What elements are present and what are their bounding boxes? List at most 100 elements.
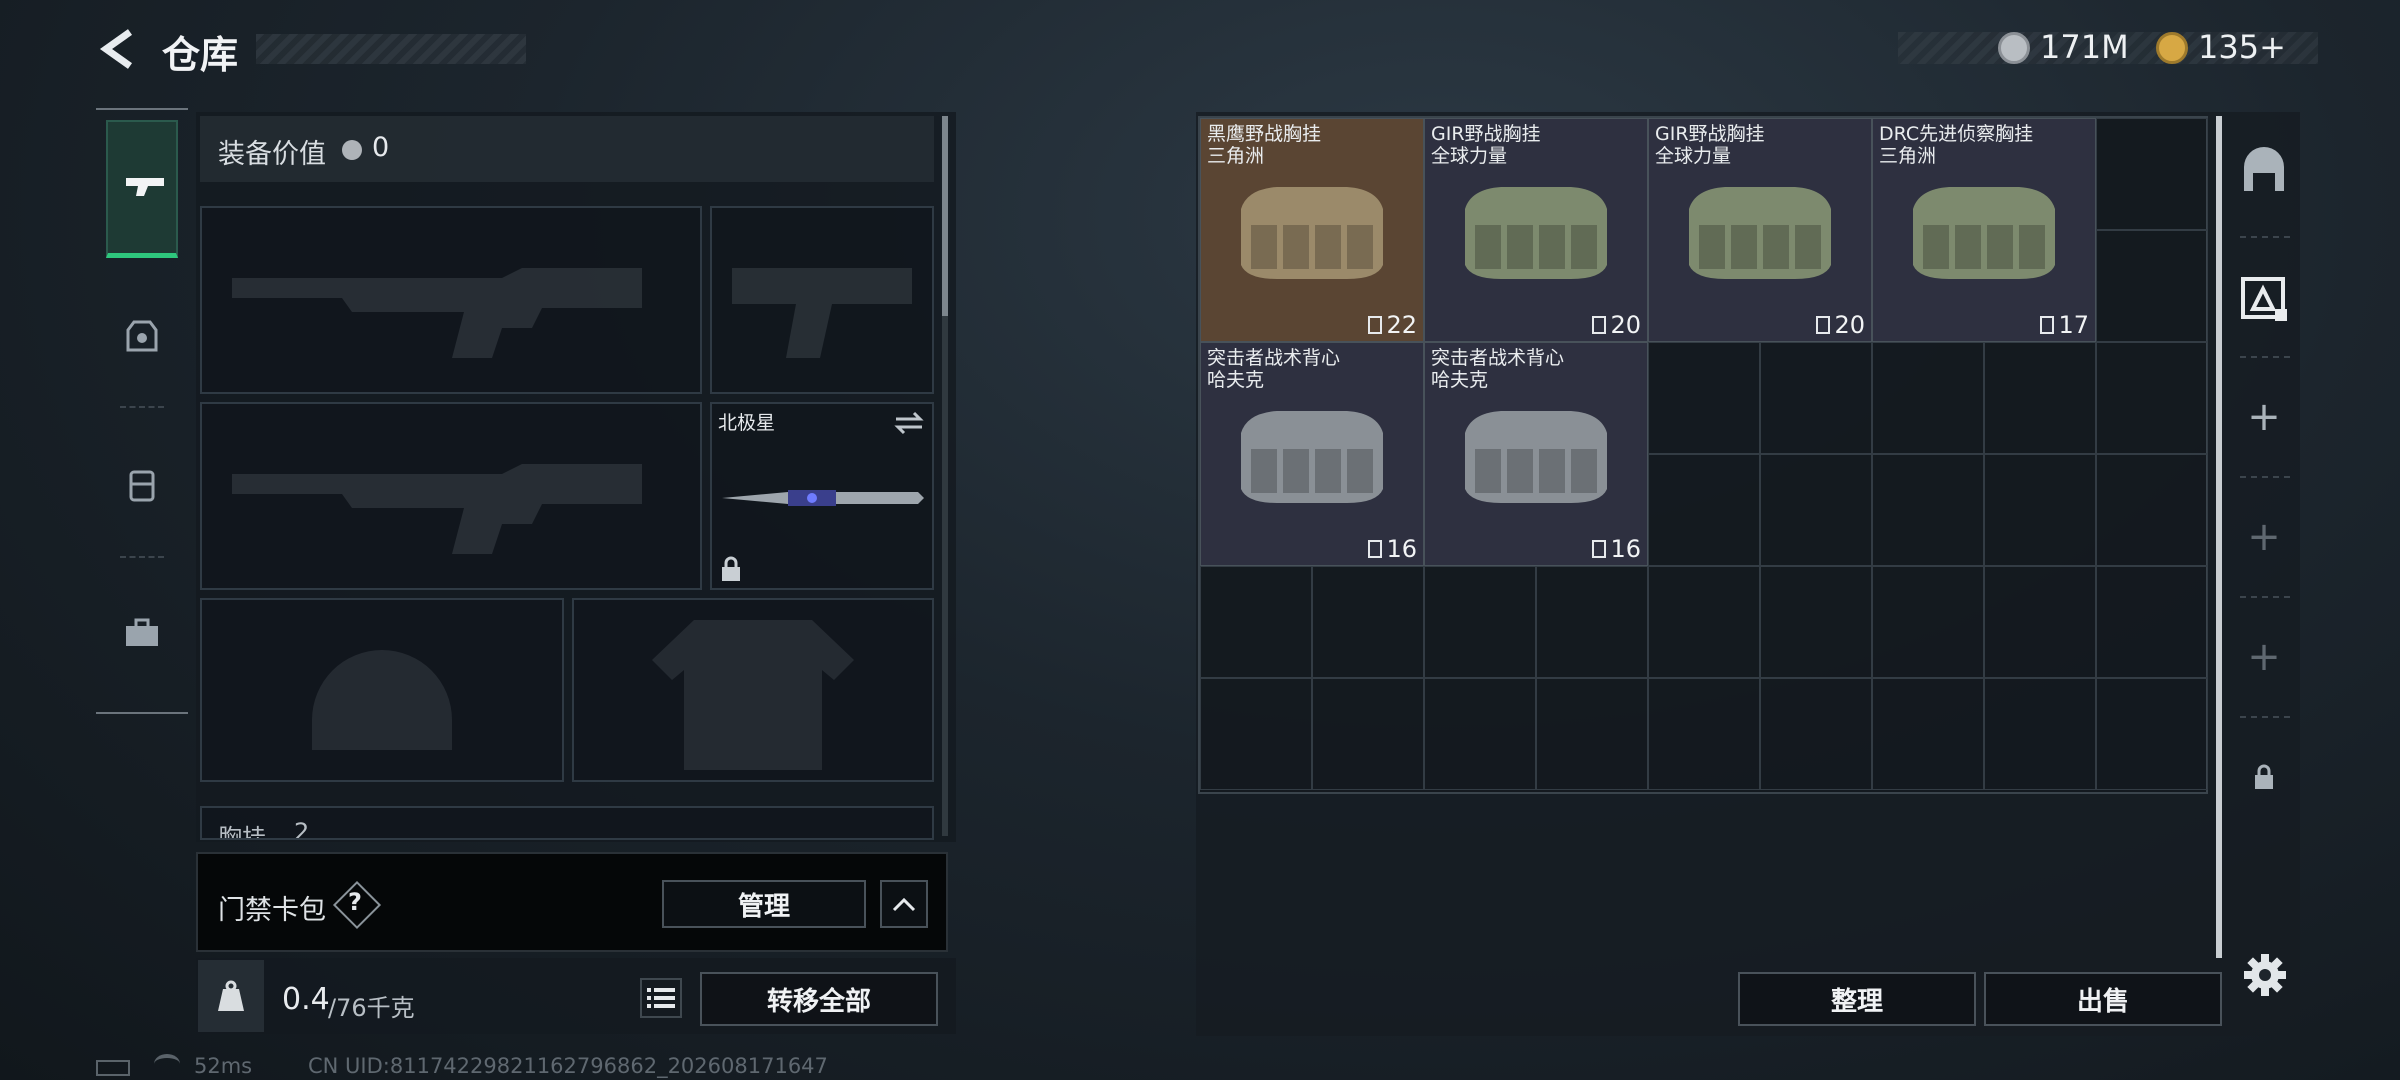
sort-button[interactable]: 整理 (1738, 972, 1976, 1026)
pistol-icon (126, 178, 164, 196)
storage-grid-cell[interactable] (1872, 454, 1984, 566)
equipment-value-label: 装备价值 (218, 139, 326, 170)
nav-toolbox-tab[interactable] (106, 596, 178, 668)
nav-weapon-tab[interactable] (106, 120, 178, 258)
storage-grid-cell[interactable] (1312, 678, 1424, 790)
helmet-silhouette-icon (312, 650, 452, 750)
storage-item[interactable]: DRC先进侦察胸挂 三角洲 17 (1872, 118, 2096, 342)
durability-value: 17 (2058, 311, 2089, 339)
storage-grid-cell[interactable] (1200, 678, 1312, 790)
nav-backpack-tab[interactable] (106, 448, 178, 520)
melee-name: 北极星 (718, 412, 776, 434)
lock-icon (2255, 764, 2273, 789)
item-faction: 全球力量 (1655, 145, 1732, 167)
storage-grid-cell[interactable] (1536, 566, 1648, 678)
storage-grid-cell[interactable] (2096, 118, 2208, 230)
storage-item[interactable]: 黑鹰野战胸挂 三角洲 22 (1200, 118, 1424, 342)
storage-grid-cell[interactable] (2096, 454, 2208, 566)
settings-button[interactable] (2238, 948, 2292, 1002)
storage-grid-cell[interactable] (1424, 678, 1536, 790)
storage-scrollbar[interactable] (2216, 116, 2222, 958)
storage-grid-cell[interactable] (1648, 342, 1760, 454)
chest-rig-icon (1465, 187, 1607, 279)
storage-tab-divider (2240, 476, 2290, 478)
add-storage-button-2[interactable]: + (2232, 510, 2296, 564)
storage-grid-cell[interactable] (1984, 342, 2096, 454)
keycard-manage-button[interactable]: 管理 (662, 880, 866, 928)
item-durability: 20 (1816, 311, 1865, 339)
storage-grid-cell[interactable] (1872, 566, 1984, 678)
storage-grid-cell[interactable] (1536, 678, 1648, 790)
storage-grid-cell[interactable] (1648, 566, 1760, 678)
storage-grid-cell[interactable] (1872, 342, 1984, 454)
storage-grid-cell[interactable] (1200, 566, 1312, 678)
keycard-label: 门禁卡包 (218, 895, 326, 926)
storage-grid-cell[interactable] (1424, 566, 1536, 678)
storage-grid-cell[interactable] (1312, 566, 1424, 678)
durability-value: 16 (1386, 535, 1417, 563)
weight-max: /76千克 (328, 994, 415, 1022)
rifle-silhouette-icon (232, 464, 642, 554)
storage-grid-cell[interactable] (2096, 678, 2208, 790)
storage-grid-cell[interactable] (1760, 678, 1872, 790)
back-button[interactable] (96, 26, 142, 72)
nav-armor-tab[interactable] (106, 300, 178, 372)
add-storage-button-1[interactable]: + (2232, 390, 2296, 444)
storage-grid-cell[interactable] (1984, 678, 2096, 790)
storage-tab-expand[interactable] (2232, 266, 2296, 330)
ticket-amount: 135+ (2198, 28, 2286, 66)
item-durability: 20 (1592, 311, 1641, 339)
armor-icon (126, 320, 158, 352)
durability-value: 16 (1610, 535, 1641, 563)
keycard-collapse-button[interactable] (880, 880, 928, 928)
storage-grid-cell[interactable] (1760, 342, 1872, 454)
body-armor-slot[interactable] (572, 598, 934, 782)
storage-grid-cell[interactable] (1648, 454, 1760, 566)
durability-icon (1816, 316, 1831, 334)
battery-icon (96, 1060, 130, 1076)
storage-item[interactable]: GIR野战胸挂 全球力量 20 (1424, 118, 1648, 342)
sell-button[interactable]: 出售 (1984, 972, 2222, 1026)
backpack-icon (129, 470, 155, 502)
item-faction: 三角洲 (1879, 145, 1937, 167)
storage-grid-cell[interactable] (1984, 566, 2096, 678)
storage-tab-main[interactable] (2232, 140, 2296, 204)
durability-value: 20 (1834, 311, 1865, 339)
item-name: 黑鹰野战胸挂 (1207, 123, 1322, 145)
coin-icon (1998, 32, 2030, 64)
helmet-slot[interactable] (200, 598, 564, 782)
storage-grid-cell[interactable] (2096, 566, 2208, 678)
list-view-button[interactable] (640, 978, 682, 1018)
item-name: 突击者战术背心 (1207, 347, 1341, 369)
secondary-weapon-slot[interactable] (200, 402, 702, 590)
durability-value: 22 (1386, 311, 1417, 339)
storage-item[interactable]: 突击者战术背心 哈夫克 16 (1200, 342, 1424, 566)
add-storage-button-3[interactable]: + (2232, 630, 2296, 684)
gear-icon (2244, 954, 2286, 996)
storage-tab-divider (2240, 356, 2290, 358)
primary-weapon-slot[interactable] (200, 206, 702, 394)
storage-grid-cell[interactable] (1648, 678, 1760, 790)
durability-icon (2040, 316, 2055, 334)
swap-icon[interactable] (894, 410, 924, 436)
chest-rig-row[interactable]: 胸挂 2 (200, 806, 934, 840)
equipment-scrollbar[interactable] (942, 116, 948, 836)
lock-icon (722, 556, 740, 581)
storage-item[interactable]: GIR野战胸挂 全球力量 20 (1648, 118, 1872, 342)
storage-grid-cell[interactable] (1984, 454, 2096, 566)
warehouse-icon (2244, 147, 2284, 191)
locked-storage-tab[interactable] (2232, 752, 2296, 802)
storage-grid-cell[interactable] (1760, 454, 1872, 566)
melee-slot[interactable]: 北极星 (710, 402, 934, 590)
storage-grid-cell[interactable] (2096, 230, 2208, 342)
storage-grid-cell[interactable] (1872, 678, 1984, 790)
storage-grid-cell[interactable] (1760, 566, 1872, 678)
armor-silhouette-icon (652, 620, 854, 770)
chest-rig-count: 2 (294, 818, 310, 840)
transfer-all-button[interactable]: 转移全部 (700, 972, 938, 1026)
sidearm-slot[interactable] (710, 206, 934, 394)
item-name: DRC先进侦察胸挂 (1879, 123, 2034, 145)
back-arrow-icon (99, 29, 133, 69)
storage-item[interactable]: 突击者战术背心 哈夫克 16 (1424, 342, 1648, 566)
storage-grid-cell[interactable] (2096, 342, 2208, 454)
